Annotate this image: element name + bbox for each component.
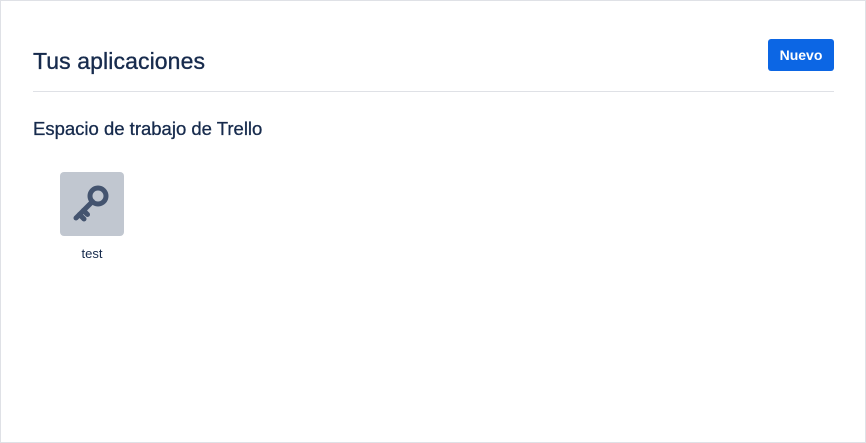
key-icon: [73, 185, 109, 222]
page-title: Tus aplicaciones: [33, 48, 206, 74]
app-name: test: [81, 246, 103, 261]
new-app-button[interactable]: Nuevo: [768, 39, 834, 71]
app-icon-container: [60, 172, 124, 236]
workspace-title: Espacio de trabajo de Trello: [33, 118, 263, 139]
page-header: Tus aplicaciones Nuevo: [33, 39, 834, 92]
app-tile-test[interactable]: test: [53, 171, 131, 267]
applications-panel: Tus aplicaciones Nuevo Espacio de trabaj…: [0, 0, 866, 443]
